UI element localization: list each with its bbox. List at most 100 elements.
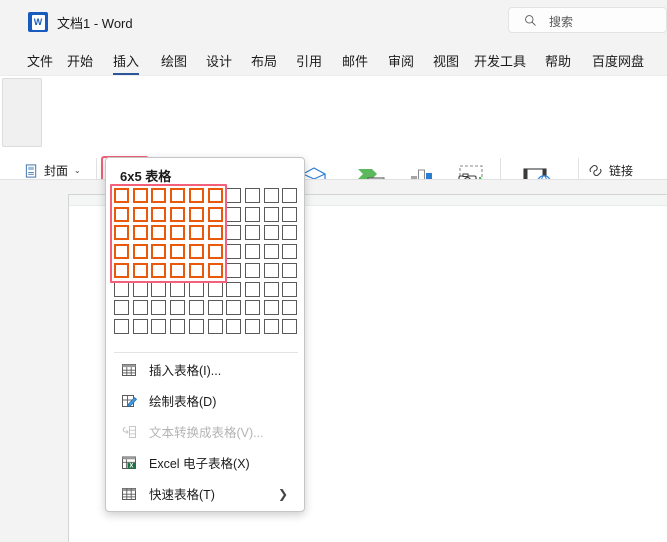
- tab-design[interactable]: 设计: [203, 49, 235, 71]
- grid-cell-3x4[interactable]: [151, 244, 167, 260]
- grid-cell-5x7[interactable]: [188, 300, 204, 316]
- grid-cell-3x7[interactable]: [151, 300, 167, 316]
- tab-review[interactable]: 审阅: [385, 49, 417, 71]
- cover-page-button[interactable]: 封面 ⌄: [24, 160, 81, 181]
- grid-cell-6x6[interactable]: [207, 281, 223, 297]
- grid-cell-7x6[interactable]: [226, 281, 242, 297]
- grid-cell-2x2[interactable]: [132, 206, 148, 222]
- menu-item-draw-table[interactable]: 绘制表格(D): [110, 387, 302, 414]
- grid-cell-2x1[interactable]: [132, 188, 148, 203]
- grid-cell-2x4[interactable]: [132, 244, 148, 260]
- grid-cell-5x3[interactable]: [188, 225, 204, 241]
- grid-cell-5x8[interactable]: [188, 318, 204, 334]
- grid-cell-10x8[interactable]: [282, 318, 298, 334]
- grid-cell-2x6[interactable]: [132, 281, 148, 297]
- grid-cell-10x7[interactable]: [282, 300, 298, 316]
- grid-cell-10x1[interactable]: [282, 188, 298, 203]
- menu-item-excel-spreadsheet[interactable]: X Excel 电子表格(X): [110, 449, 302, 476]
- grid-cell-1x5[interactable]: [114, 262, 129, 278]
- grid-cell-9x2[interactable]: [263, 206, 279, 222]
- grid-cell-4x3[interactable]: [170, 225, 186, 241]
- grid-cell-1x1[interactable]: [114, 188, 129, 203]
- grid-cell-8x5[interactable]: [244, 262, 260, 278]
- tab-mailings[interactable]: 邮件: [339, 49, 371, 71]
- grid-cell-3x8[interactable]: [151, 318, 167, 334]
- grid-cell-6x5[interactable]: [207, 262, 223, 278]
- grid-cell-7x8[interactable]: [226, 318, 242, 334]
- grid-cell-8x3[interactable]: [244, 225, 260, 241]
- grid-cell-6x4[interactable]: [207, 244, 223, 260]
- tab-baidu-netdisk[interactable]: 百度网盘: [589, 49, 647, 71]
- grid-cell-9x4[interactable]: [263, 244, 279, 260]
- tab-developer[interactable]: 开发工具: [471, 49, 529, 71]
- grid-cell-1x7[interactable]: [114, 300, 129, 316]
- grid-cell-7x1[interactable]: [226, 188, 242, 203]
- grid-cell-1x2[interactable]: [114, 206, 129, 222]
- grid-cell-3x2[interactable]: [151, 206, 167, 222]
- grid-cell-4x7[interactable]: [170, 300, 186, 316]
- grid-cell-5x2[interactable]: [188, 206, 204, 222]
- grid-cell-2x5[interactable]: [132, 262, 148, 278]
- grid-cell-4x6[interactable]: [170, 281, 186, 297]
- grid-cell-6x2[interactable]: [207, 206, 223, 222]
- grid-cell-9x7[interactable]: [263, 300, 279, 316]
- grid-cell-6x3[interactable]: [207, 225, 223, 241]
- grid-cell-7x5[interactable]: [226, 262, 242, 278]
- grid-cell-5x1[interactable]: [188, 188, 204, 203]
- grid-cell-7x2[interactable]: [226, 206, 242, 222]
- grid-cell-9x5[interactable]: [263, 262, 279, 278]
- tab-help[interactable]: 帮助: [542, 49, 574, 71]
- grid-cell-8x4[interactable]: [244, 244, 260, 260]
- grid-cell-2x3[interactable]: [132, 225, 148, 241]
- tab-home[interactable]: 开始: [64, 49, 96, 71]
- grid-cell-3x3[interactable]: [151, 225, 167, 241]
- grid-cell-7x3[interactable]: [226, 225, 242, 241]
- menu-item-quick-tables[interactable]: 快速表格(T) ❯: [110, 480, 302, 507]
- grid-cell-4x5[interactable]: [170, 262, 186, 278]
- grid-cell-2x7[interactable]: [132, 300, 148, 316]
- grid-cell-10x5[interactable]: [282, 262, 298, 278]
- grid-cell-4x1[interactable]: [170, 188, 186, 203]
- grid-cell-9x1[interactable]: [263, 188, 279, 203]
- grid-cell-10x4[interactable]: [282, 244, 298, 260]
- grid-cell-8x2[interactable]: [244, 206, 260, 222]
- grid-cell-1x8[interactable]: [114, 318, 129, 334]
- grid-cell-5x5[interactable]: [188, 262, 204, 278]
- grid-cell-9x3[interactable]: [263, 225, 279, 241]
- tab-file[interactable]: 文件: [24, 49, 56, 71]
- link-button[interactable]: 链接: [588, 159, 633, 181]
- tab-layout[interactable]: 布局: [248, 49, 280, 71]
- tab-insert[interactable]: 插入: [110, 49, 142, 75]
- grid-cell-6x8[interactable]: [207, 318, 223, 334]
- tab-references[interactable]: 引用: [293, 49, 325, 71]
- grid-cell-8x6[interactable]: [244, 281, 260, 297]
- tab-view[interactable]: 视图: [430, 49, 462, 71]
- menu-item-insert-table[interactable]: 插入表格(I)...: [110, 356, 302, 383]
- grid-cell-4x8[interactable]: [170, 318, 186, 334]
- grid-cell-10x6[interactable]: [282, 281, 298, 297]
- grid-cell-3x5[interactable]: [151, 262, 167, 278]
- grid-cell-9x8[interactable]: [263, 318, 279, 334]
- chevron-down-icon[interactable]: ⌄: [74, 166, 81, 175]
- tab-draw[interactable]: 绘图: [158, 49, 190, 71]
- grid-cell-9x6[interactable]: [263, 281, 279, 297]
- grid-cell-1x6[interactable]: [114, 281, 129, 297]
- grid-cell-8x7[interactable]: [244, 300, 260, 316]
- grid-cell-10x2[interactable]: [282, 206, 298, 222]
- grid-cell-3x1[interactable]: [151, 188, 167, 203]
- table-button[interactable]: [2, 78, 42, 147]
- grid-cell-7x7[interactable]: [226, 300, 242, 316]
- grid-cell-6x1[interactable]: [207, 188, 223, 203]
- grid-cell-5x6[interactable]: [188, 281, 204, 297]
- grid-cell-1x4[interactable]: [114, 244, 129, 260]
- table-size-grid[interactable]: [110, 184, 302, 341]
- grid-cell-1x3[interactable]: [114, 225, 129, 241]
- grid-cell-6x7[interactable]: [207, 300, 223, 316]
- grid-cell-3x6[interactable]: [151, 281, 167, 297]
- grid-cell-2x8[interactable]: [132, 318, 148, 334]
- grid-cell-8x8[interactable]: [244, 318, 260, 334]
- grid-cell-8x1[interactable]: [244, 188, 260, 203]
- grid-cell-7x4[interactable]: [226, 244, 242, 260]
- grid-cell-5x4[interactable]: [188, 244, 204, 260]
- grid-cell-10x3[interactable]: [282, 225, 298, 241]
